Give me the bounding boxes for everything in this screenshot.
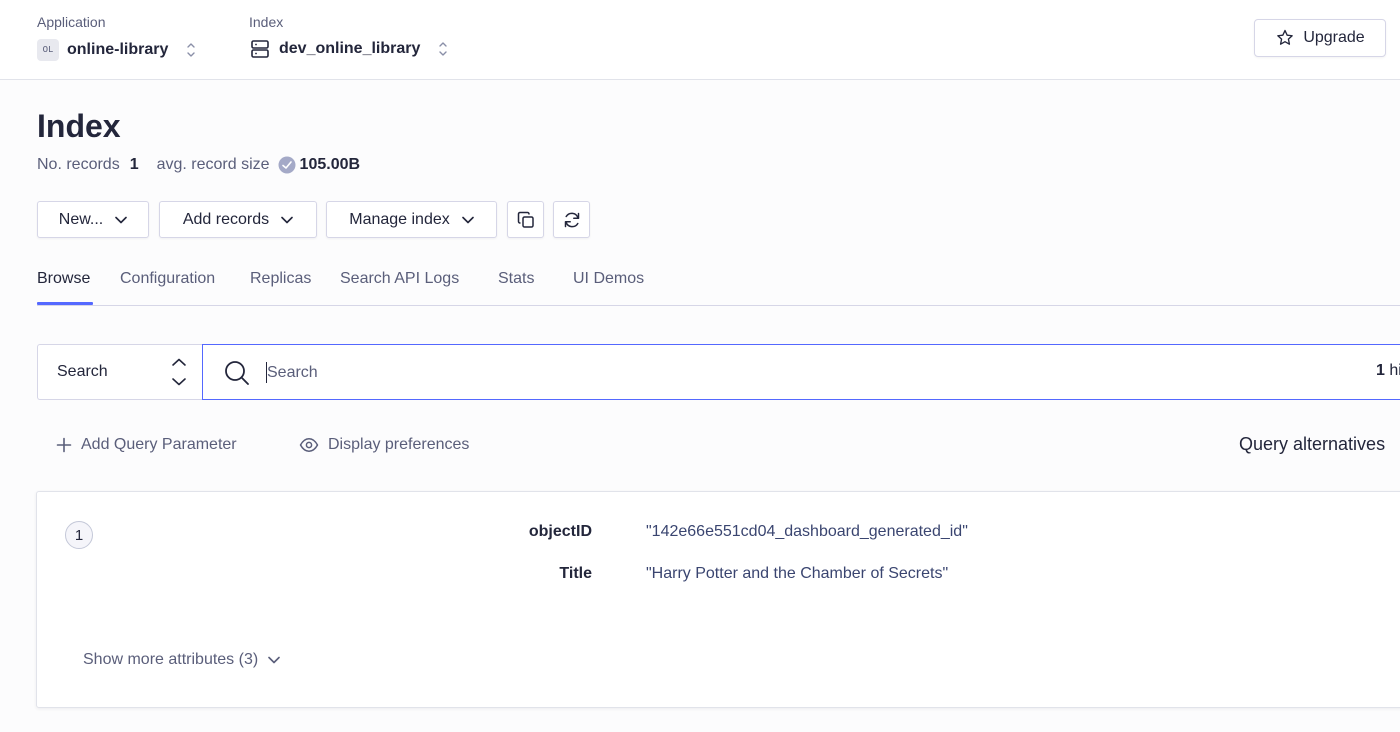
add-records-label: Add records [182,210,270,228]
server-icon [249,39,271,59]
manage-index-button[interactable]: Manage index [326,201,497,238]
hits-count: 1 hi [1376,362,1400,380]
records-value: 1 [129,156,139,173]
show-more-label: Show more attributes (3) [83,651,259,668]
application-label: Application [37,14,106,30]
tab-search-api-logs[interactable]: Search API Logs [340,270,459,288]
search-box [202,344,1400,400]
star-icon [1275,28,1295,48]
top-bar: Application OL online-library Index dev_… [0,0,1400,80]
eye-icon [299,437,319,453]
hits-suffix: hi [1389,362,1400,379]
attribute-value[interactable]: "Harry Potter and the Chamber of Secrets… [646,565,948,583]
plus-icon [56,437,72,453]
chevron-down-icon [461,216,474,224]
size-value: 105.00B [299,156,361,173]
index-selector[interactable]: Index dev_online_library [249,14,448,59]
manage-index-label: Manage index [349,210,450,228]
show-more-attributes-button[interactable]: Show more attributes (3) [83,651,280,669]
index-tabs: Browse Configuration Replicas Search API… [37,268,1400,306]
copy-icon [517,211,535,229]
attribute-value[interactable]: "142e66e551cd04_dashboard_generated_id" [646,523,968,541]
record-number: 1 [65,521,93,549]
tab-configuration[interactable]: Configuration [120,270,215,288]
text-caret [266,362,267,383]
chevron-up-down-icon[interactable] [186,41,196,59]
tab-stats[interactable]: Stats [498,270,534,288]
verified-badge-icon [278,156,296,174]
application-name: online-library [67,41,169,58]
chevron-up-down-icon [171,357,187,392]
chevron-up-down-icon[interactable] [438,40,448,58]
refresh-button[interactable] [553,201,590,238]
application-selector[interactable]: Application OL online-library [37,14,196,61]
search-icon [223,359,251,392]
upgrade-button[interactable]: Upgrade [1254,19,1386,57]
chevron-down-icon [268,656,280,664]
add-records-button[interactable]: Add records [159,201,317,238]
add-query-parameter-label: Add Query Parameter [81,436,237,453]
copy-button[interactable] [507,201,544,238]
attribute-key: Title [559,565,592,582]
chevron-down-icon [115,216,128,224]
index-label: Index [249,14,284,30]
new-button[interactable]: New... [37,201,149,238]
refresh-icon [562,210,582,230]
records-label: No. records [37,156,120,173]
index-stats: No. records 1 avg. record size 105.00B [37,156,360,174]
application-badge: OL [37,39,59,61]
upgrade-label: Upgrade [1303,29,1365,46]
active-tab-indicator [37,302,93,305]
search-type-select[interactable]: Search [37,344,203,400]
new-label: New... [58,210,104,228]
display-preferences-button[interactable]: Display preferences [299,436,469,454]
search-type-value: Search [57,363,108,380]
tab-ui-demos[interactable]: UI Demos [573,270,644,288]
hits-number: 1 [1376,362,1385,379]
tab-browse[interactable]: Browse [37,270,90,288]
record-card: 1 objectID "142e66e551cd04_dashboard_gen… [36,491,1400,708]
index-name: dev_online_library [279,40,421,57]
chevron-down-icon [281,216,293,224]
search-input[interactable] [267,359,1267,387]
tab-replicas[interactable]: Replicas [250,270,311,288]
add-query-parameter-button[interactable]: Add Query Parameter [56,436,237,454]
attribute-key: objectID [528,523,592,540]
size-label: avg. record size [156,156,270,173]
page-title: Index [37,108,121,144]
display-preferences-label: Display preferences [328,436,470,453]
query-alternatives-button[interactable]: Query alternatives [1239,434,1385,455]
